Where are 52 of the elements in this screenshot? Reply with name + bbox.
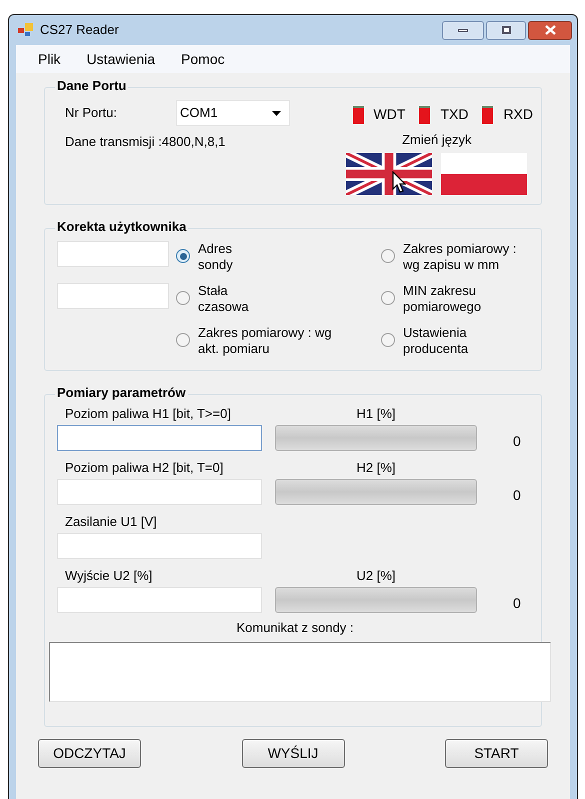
radio-label: Zakres pomiarowy : wg akt. pomiaru	[198, 325, 332, 357]
meter-reading: 0	[513, 486, 521, 504]
measurement-field[interactable]	[57, 425, 262, 451]
radio-label: Zakres pomiarowy : wg zapisu w mm	[403, 241, 516, 273]
action-button[interactable]: ODCZYTAJ	[38, 739, 141, 768]
transmission-info: Dane transmisji :4800,N,8,1	[65, 133, 226, 151]
menu-item[interactable]: Plik	[34, 48, 65, 70]
radio-button[interactable]	[381, 333, 395, 347]
measurement-label: Wyjście U2 [%]	[64, 567, 154, 586]
led-label: WDT	[374, 105, 406, 124]
language-label: Zmień język	[402, 131, 472, 149]
radio-label: Stała czasowa	[198, 283, 249, 315]
radio-button[interactable]	[176, 249, 190, 263]
radio-button[interactable]	[381, 249, 395, 263]
value-field[interactable]	[57, 283, 169, 309]
uk-flag-icon[interactable]	[346, 152, 432, 194]
value-field[interactable]	[57, 241, 169, 267]
radio-label: Ustawienia producenta	[403, 325, 468, 357]
minimize-button[interactable]	[442, 20, 484, 40]
radio-label: MIN zakresu pomiarowego	[403, 283, 482, 315]
meter-reading: 0	[513, 432, 521, 450]
maximize-button[interactable]	[486, 20, 526, 40]
group-title: Pomiary parametrów	[55, 385, 188, 401]
menu-item[interactable]: Pomoc	[177, 48, 229, 70]
port-label: Nr Portu:	[65, 104, 118, 122]
meter-label: H2 [%]	[355, 459, 396, 478]
window-title: CS27 Reader	[40, 21, 119, 40]
menu-item[interactable]: Ustawienia	[82, 48, 160, 70]
led-label: RXD	[503, 105, 533, 124]
close-button[interactable]	[528, 20, 572, 40]
radio-button[interactable]	[176, 333, 190, 347]
action-button[interactable]: WYŚLIJ	[242, 739, 344, 768]
radio-button[interactable]	[381, 291, 395, 305]
meter-label: H1 [%]	[355, 405, 396, 424]
message-box[interactable]	[49, 642, 551, 702]
mouse-cursor-icon	[392, 170, 406, 192]
message-label: Komunikat z sondy :	[236, 619, 354, 637]
radio-button[interactable]	[176, 291, 190, 305]
measurement-label: Poziom paliwa H2 [bit, T=0]	[64, 459, 224, 478]
radio-label: Adres sondy	[198, 241, 233, 273]
action-button[interactable]: START	[445, 739, 548, 768]
port-dropdown[interactable]: COM1	[176, 100, 290, 126]
meter-label: U2 [%]	[355, 567, 396, 586]
measurement-label: Zasilanie U1 [V]	[64, 513, 158, 532]
dropdown-caret-icon	[272, 110, 281, 116]
app-icon	[18, 23, 34, 37]
measurement-label: Poziom paliwa H1 [bit, T>=0]	[64, 405, 232, 424]
poland-flag-icon[interactable]	[441, 152, 528, 194]
close-icon	[544, 25, 556, 35]
led-label: TXD	[440, 105, 468, 124]
meter-reading: 0	[513, 594, 521, 612]
group-title: Korekta użytkownika	[55, 219, 188, 235]
